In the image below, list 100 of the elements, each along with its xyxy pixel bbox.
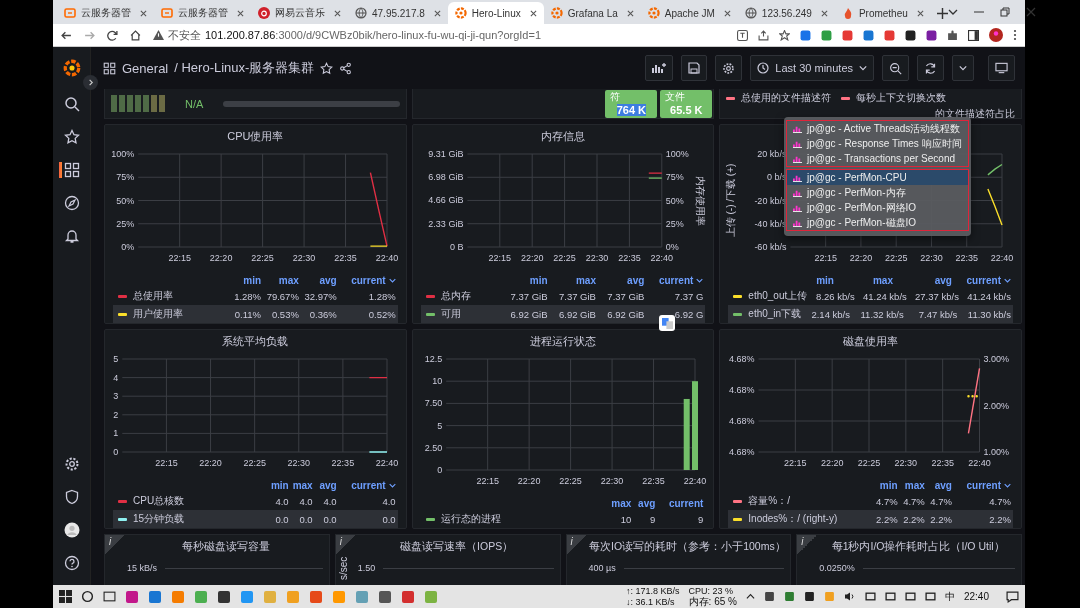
close-icon[interactable] (626, 9, 634, 17)
legend-column-header[interactable]: avg (638, 497, 656, 509)
windows-start-icon[interactable] (59, 590, 72, 603)
legend-column-header[interactable]: max (278, 274, 299, 286)
chevron-down-icon[interactable] (696, 276, 704, 284)
app-icon[interactable] (378, 589, 392, 604)
legend-column-header[interactable]: max (611, 497, 632, 509)
translate-icon[interactable] (737, 29, 748, 41)
close-icon[interactable] (916, 9, 924, 17)
chevron-down-icon[interactable] (388, 276, 396, 284)
legend-row[interactable]: Inodes%：/ (right-y) 2.2% 2.2% 2.2% 2.2% (728, 510, 1013, 528)
app-icon[interactable] (217, 589, 231, 604)
legend-column-header[interactable]: min (529, 274, 548, 286)
reload-icon[interactable] (107, 29, 118, 41)
legend-column-header[interactable]: max (872, 274, 893, 286)
legend-column-header[interactable]: avg (934, 274, 952, 286)
legend-column-header[interactable]: min (816, 274, 834, 286)
chevron-down-icon[interactable] (947, 7, 958, 17)
task-view-icon[interactable] (103, 590, 116, 603)
legend-column-header[interactable]: current (966, 479, 1011, 491)
legend-row[interactable]: 可用 6.92 GiB 6.92 GiB 6.92 GiB 6.92 G (420, 305, 706, 323)
clock-time[interactable]: 22:40 (963, 591, 989, 602)
legend-row[interactable]: eth0_out上传 8.26 kb/s 41.24 kb/s 27.37 kb/s 41.24 kb/s (728, 287, 1013, 305)
legend-row[interactable]: eth0_in下载 2.14 kb/s 11.32 kb/s 7.47 kb/s 11.30 kb/s (728, 305, 1013, 323)
chevron-down-icon[interactable] (1004, 481, 1011, 489)
menu-item[interactable]: jp@gc - PerfMon-内存 (787, 185, 968, 200)
grafana-logo-icon[interactable] (62, 59, 81, 77)
browser-tab[interactable]: Grafana La (543, 2, 641, 24)
legend-column-header[interactable]: min (270, 479, 289, 491)
legend-column-header[interactable]: avg (319, 479, 337, 491)
extension-icon[interactable] (905, 29, 916, 41)
plus-icon[interactable] (936, 8, 948, 19)
notification-icon[interactable] (1006, 590, 1019, 603)
browser-tab[interactable]: 网易云音乐 (251, 2, 348, 24)
input-method-indicator[interactable]: 中 (944, 589, 955, 604)
tray-icon[interactable] (864, 591, 876, 602)
home-icon[interactable] (130, 29, 141, 41)
legend-row[interactable]: 容量%：/ 4.7% 4.7% 4.7% 4.7% (728, 492, 1013, 510)
extension-icon[interactable] (926, 29, 937, 41)
tv-mode-button[interactable] (988, 55, 1015, 81)
time-range-picker[interactable]: Last 30 minutes (750, 55, 874, 81)
browser-tab[interactable]: 47.95.217.8 (348, 2, 448, 24)
legend-column-header[interactable]: max (292, 479, 313, 491)
menu-item[interactable]: jp@gc - Active Threads活动线程数 (787, 121, 968, 136)
close-icon[interactable] (140, 9, 147, 17)
close-icon[interactable] (723, 9, 731, 17)
expand-button[interactable] (83, 75, 98, 90)
browser-tab[interactable]: 123.56.249 (737, 2, 835, 24)
back-icon[interactable] (61, 29, 72, 41)
puzzle-icon[interactable] (947, 29, 958, 41)
translate-button[interactable] (659, 315, 675, 331)
browser-tab[interactable]: 云服务器管 (57, 2, 154, 24)
browser-tab[interactable]: Prometheu (834, 2, 931, 24)
menu-item[interactable]: jp@gc - PerfMon-CPU (787, 170, 968, 185)
refresh-button[interactable] (917, 55, 944, 81)
volume-icon[interactable] (843, 591, 856, 602)
legend-column-header[interactable]: current (351, 274, 396, 286)
tray-icon[interactable] (904, 591, 916, 602)
browser-tab[interactable]: 云服务器管 (154, 2, 251, 24)
legend-row[interactable]: 运行态的进程 10 9 9 (420, 510, 706, 528)
chevron-up-icon[interactable] (745, 592, 755, 601)
browser-tab[interactable]: Apache JM (640, 2, 738, 24)
url-host[interactable]: 101.200.87.86 (205, 29, 276, 41)
legend-column-header[interactable]: max (904, 479, 925, 491)
legend-row[interactable]: 用户使用率 0.11% 0.53% 0.36% 0.52% (113, 305, 398, 323)
avatar-icon[interactable] (989, 28, 1003, 42)
menu-icon[interactable] (1013, 29, 1017, 41)
tray-icon[interactable] (924, 591, 936, 602)
security-label[interactable]: 不安全 (168, 27, 201, 43)
legend-row[interactable]: CPU总核数 4.0 4.0 4.0 4.0 (113, 492, 398, 510)
close-icon[interactable] (334, 9, 341, 17)
info-button[interactable]: i (566, 535, 587, 555)
tray-icon[interactable] (884, 591, 896, 602)
legend-column-header[interactable]: min (243, 274, 262, 286)
browser-tab[interactable]: Hero-Linux (447, 2, 544, 24)
share-icon[interactable] (758, 29, 769, 41)
settings-button[interactable] (715, 55, 743, 81)
legend-column-header[interactable]: min (879, 479, 898, 491)
restore-icon[interactable] (999, 7, 1010, 17)
legend-column-header[interactable]: avg (319, 274, 337, 286)
breadcrumb-folder[interactable]: General (122, 60, 169, 76)
app-icon[interactable] (125, 589, 139, 604)
menu-item[interactable]: jp@gc - Response Times 响应时间 (787, 136, 968, 151)
menu-item[interactable]: jp@gc - PerfMon-网络IO (787, 200, 968, 215)
close-icon[interactable] (237, 9, 244, 17)
legend-row[interactable]: 15分钟负载 0.0 0.0 0.0 0.0 (113, 510, 398, 528)
legend-column-header[interactable]: max (575, 274, 596, 286)
chevron-down-icon[interactable] (1004, 276, 1011, 284)
sidepanel-icon[interactable] (968, 29, 979, 41)
close-icon[interactable] (433, 9, 441, 17)
legend-row[interactable]: 总内存 7.37 GiB 7.37 GiB 7.37 GiB 7.37 G (420, 287, 706, 305)
legend-column-header[interactable]: avg (934, 479, 952, 491)
zoom-out-button[interactable] (882, 55, 909, 81)
star-icon[interactable] (779, 29, 790, 41)
close-icon[interactable] (529, 9, 537, 17)
refresh-interval-button[interactable] (952, 55, 974, 81)
legend-column-header[interactable]: avg (627, 274, 645, 286)
menu-item[interactable]: jp@gc - Transactions per Second (787, 151, 968, 166)
search-icon[interactable] (81, 590, 94, 603)
close-icon[interactable] (820, 9, 828, 17)
